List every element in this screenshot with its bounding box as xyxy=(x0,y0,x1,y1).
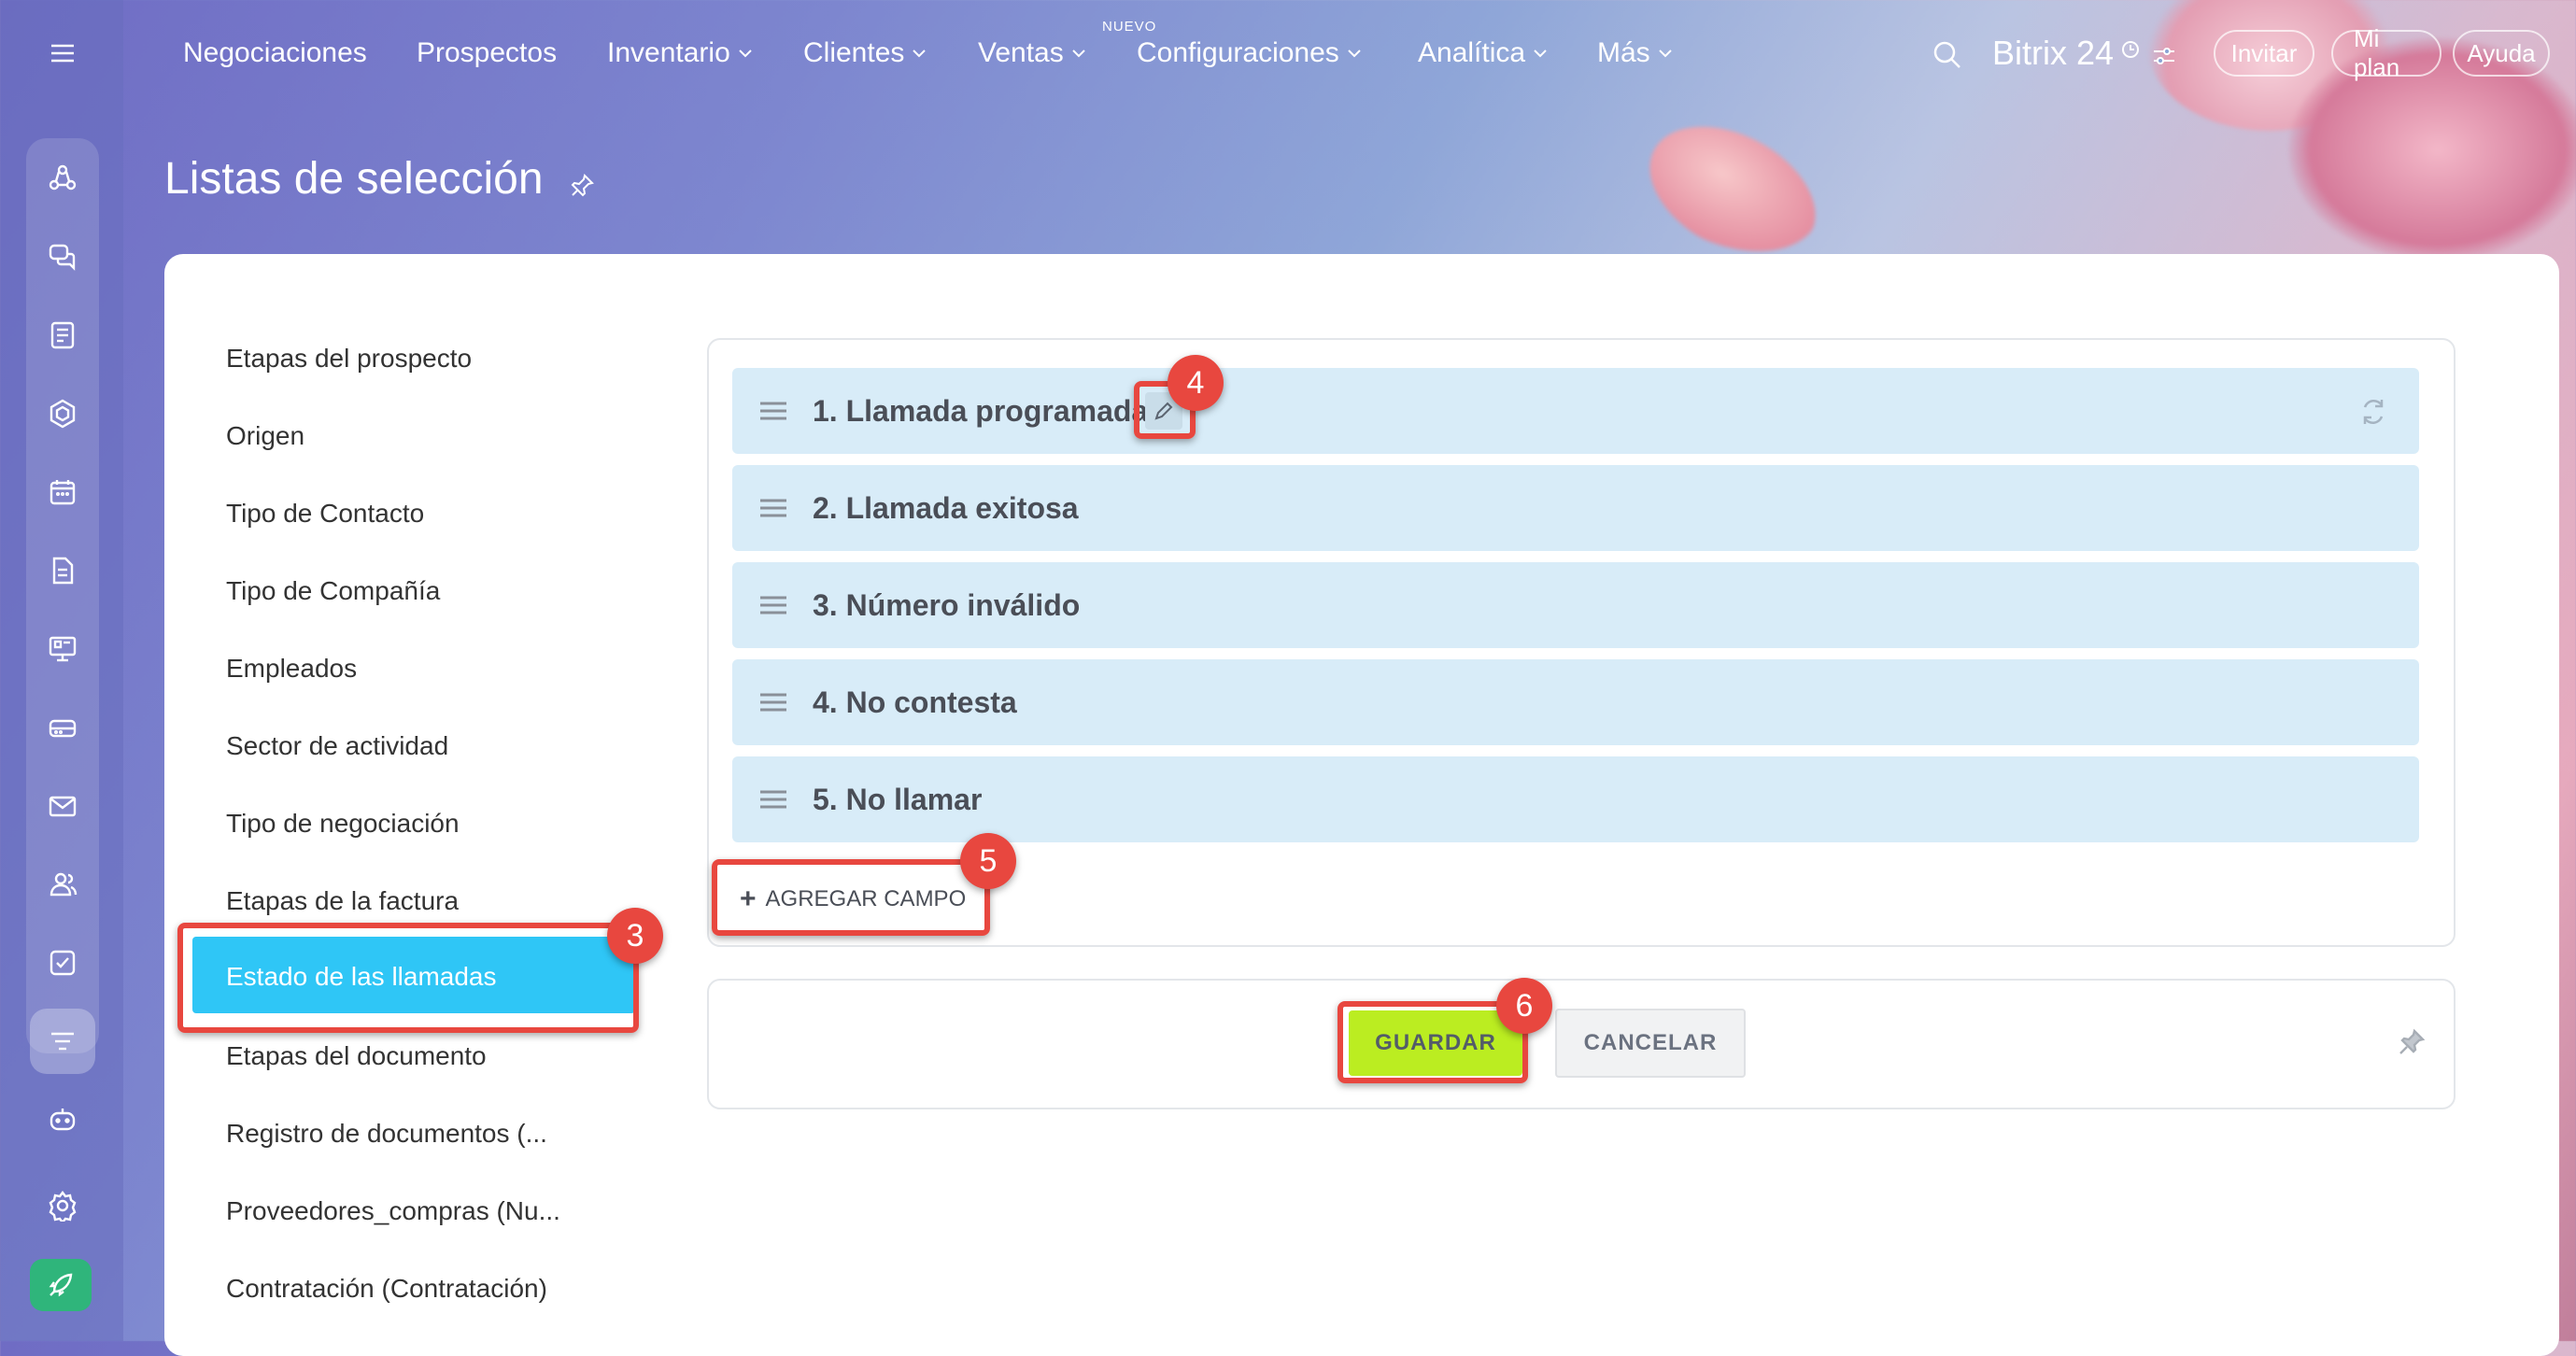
list-item[interactable]: 3. Número inválido xyxy=(732,562,2419,648)
nav-label: Más xyxy=(1597,37,1650,68)
funnel-icon[interactable] xyxy=(30,1009,95,1074)
nav-negociaciones[interactable]: Negociaciones xyxy=(183,37,367,69)
chevron-down-icon xyxy=(1072,49,1085,58)
sidebar-item[interactable]: Tipo de Compañía xyxy=(226,576,440,606)
rocket-icon[interactable] xyxy=(30,1259,92,1311)
nav-inventario[interactable]: Inventario xyxy=(607,37,753,69)
chevron-down-icon xyxy=(913,49,927,58)
contacts-icon[interactable] xyxy=(30,852,95,917)
chevron-down-icon xyxy=(1658,49,1672,58)
store-icon[interactable] xyxy=(30,695,95,760)
bot-icon[interactable] xyxy=(30,1087,95,1152)
nav-label: Inventario xyxy=(607,37,730,68)
nav-analitica[interactable]: Analítica xyxy=(1418,37,1548,69)
chevron-down-icon xyxy=(1348,49,1361,58)
chevron-down-icon xyxy=(1534,49,1547,58)
sidebar-item[interactable]: Tipo de Contacto xyxy=(226,499,424,529)
invite-button[interactable]: Invitar xyxy=(2214,30,2314,77)
annotation-badge: 5 xyxy=(960,833,1016,889)
sidebar-item[interactable]: Origen xyxy=(226,421,304,451)
cancel-button[interactable]: CANCELAR xyxy=(1555,1009,1746,1078)
clock-icon xyxy=(2122,41,2139,58)
list-item[interactable]: 2. Llamada exitosa xyxy=(732,465,2419,551)
mail-icon[interactable] xyxy=(30,773,95,839)
drag-handle-icon[interactable] xyxy=(758,497,788,519)
new-tag: NUEVO xyxy=(1102,19,1157,35)
left-rail xyxy=(0,0,123,1341)
refresh-icon[interactable] xyxy=(2357,396,2389,428)
sidebar-item[interactable]: Etapas del documento xyxy=(226,1041,487,1071)
sidebar-item[interactable]: Tipo de negociación xyxy=(226,809,460,839)
list-item-label: 4. No contesta xyxy=(813,685,1017,719)
nav-prospectos[interactable]: Prospectos xyxy=(417,37,557,69)
nav-label: Ventas xyxy=(978,37,1064,68)
annotation-badge: 6 xyxy=(1496,978,1552,1034)
search-icon[interactable] xyxy=(1932,39,1963,71)
pin-icon[interactable] xyxy=(2397,1027,2427,1057)
sidebar-item[interactable]: Registro de documentos (... xyxy=(226,1119,547,1149)
annotation-badge: 4 xyxy=(1168,355,1224,411)
my-plan-button[interactable]: Mi plan xyxy=(2331,24,2442,81)
sidebar-item[interactable]: Etapas del prospecto xyxy=(226,344,472,374)
drag-handle-icon[interactable] xyxy=(758,691,788,713)
nav-clientes[interactable]: Clientes xyxy=(803,37,927,69)
drag-handle-icon[interactable] xyxy=(758,788,788,811)
annotation-badge: 3 xyxy=(607,908,663,964)
sites-icon[interactable] xyxy=(30,616,95,682)
calendar-icon[interactable] xyxy=(30,459,95,525)
list-item-label: 2. Llamada exitosa xyxy=(813,491,1079,525)
brand-logo: Bitrix 24 xyxy=(1992,34,2115,72)
chevron-down-icon xyxy=(739,49,752,58)
sidebar-item[interactable]: Proveedores_compras (Nu... xyxy=(226,1196,560,1226)
sidebar-item[interactable]: Etapas de la factura xyxy=(226,886,459,916)
settings-icon[interactable] xyxy=(30,1173,95,1238)
nav-ventas[interactable]: Ventas xyxy=(978,37,1086,69)
feed-icon[interactable] xyxy=(30,303,95,368)
nav-label: Negociaciones xyxy=(183,37,367,68)
list-item[interactable]: 1. Llamada programada xyxy=(732,368,2419,454)
pin-icon[interactable] xyxy=(568,172,596,200)
help-button[interactable]: Ayuda xyxy=(2453,30,2550,77)
nav-label: Prospectos xyxy=(417,37,558,68)
list-item[interactable]: 4. No contesta xyxy=(732,659,2419,745)
nav-label: Configuraciones xyxy=(1137,37,1339,68)
collab-icon[interactable] xyxy=(30,381,95,446)
nav-configuraciones[interactable]: Configuraciones xyxy=(1137,37,1362,69)
annotation-highlight xyxy=(712,859,990,936)
list-item-label: 1. Llamada programada xyxy=(813,394,1149,428)
nav-label: Clientes xyxy=(803,37,905,68)
annotation-highlight xyxy=(177,923,639,1033)
sidebar-item[interactable]: Contratación (Contratación) xyxy=(226,1274,547,1304)
drag-handle-icon[interactable] xyxy=(758,594,788,616)
nav-label: Analítica xyxy=(1418,37,1526,68)
list-item[interactable]: 5. No llamar xyxy=(732,756,2419,842)
docs-icon[interactable] xyxy=(30,538,95,603)
nav-mas[interactable]: Más xyxy=(1597,37,1673,69)
chat-icon[interactable] xyxy=(30,224,95,290)
sidebar-item[interactable]: Empleados xyxy=(226,654,357,684)
top-navigation: Negociaciones Prospectos Inventario Clie… xyxy=(123,0,2576,110)
tasks-icon[interactable] xyxy=(30,930,95,996)
list-item-label: 3. Número inválido xyxy=(813,588,1081,622)
list-item-label: 5. No llamar xyxy=(813,783,983,816)
page-title: Listas de selección xyxy=(164,154,544,204)
sidebar-item[interactable]: Sector de actividad xyxy=(226,731,448,761)
menu-icon[interactable] xyxy=(30,21,95,86)
crm-icon[interactable] xyxy=(30,146,95,211)
sliders-icon[interactable] xyxy=(2152,45,2176,67)
drag-handle-icon[interactable] xyxy=(758,400,788,422)
